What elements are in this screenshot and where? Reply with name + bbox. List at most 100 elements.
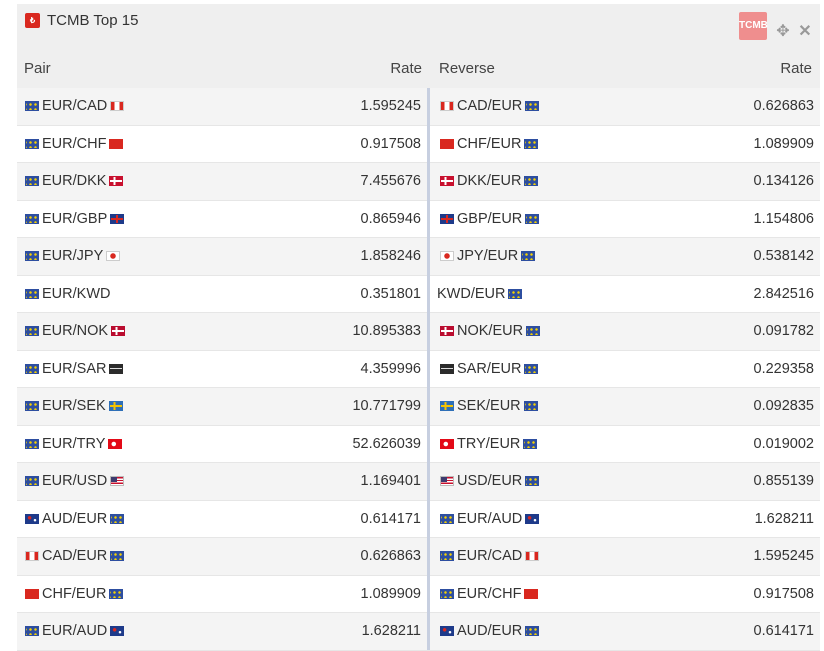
flag-au-icon [25, 513, 39, 524]
pair-cell[interactable]: CHF/EUR [22, 576, 126, 613]
table-row[interactable]: EUR/AUD 1.628211 AUD/EUR 0.614171 [17, 613, 820, 651]
table-row[interactable]: EUR/USD 1.169401 USD/EUR 0.855139 [17, 463, 820, 501]
flag-gb-icon [440, 213, 454, 224]
flag-au-icon [525, 513, 540, 524]
flag-ca-icon [525, 551, 540, 561]
table-row[interactable]: EUR/KWD 0.351801 KWD/EUR 2.842516 [17, 276, 820, 313]
table-row[interactable]: EUR/NOK 10.895383 NOK/EUR 0.091782 [17, 313, 820, 351]
column-divider [427, 88, 430, 650]
reverse-pair-cell[interactable]: USD/EUR [437, 463, 542, 500]
flag-eu-icon [440, 513, 454, 524]
reverse-rate-value: 0.092835 [753, 398, 814, 414]
pair-cell[interactable]: EUR/CAD [22, 88, 127, 125]
pair-cell[interactable]: EUR/SAR [22, 351, 126, 388]
reverse-pair-cell[interactable]: NOK/EUR [437, 313, 543, 350]
column-header-rate[interactable]: Rate [390, 60, 422, 77]
table-row[interactable]: EUR/CHF 0.917508 CHF/EUR 1.089909 [17, 126, 820, 163]
pair-cell[interactable]: EUR/AUD [22, 613, 127, 650]
rate-value: 1.089909 [360, 585, 421, 602]
pair-label: EUR/NOK [42, 323, 109, 339]
column-header-reverse-rate[interactable]: Rate [780, 60, 812, 77]
table-row[interactable]: EUR/DKK 7.455676 DKK/EUR 0.134126 [17, 163, 820, 201]
pair-label: EUR/TRY [42, 435, 106, 452]
reverse-pair-cell[interactable]: SEK/EUR [437, 388, 541, 425]
table-row[interactable]: EUR/JPY 1.858246 JPY/EUR 0.538142 [17, 238, 820, 276]
reverse-pair-cell[interactable]: AUD/EUR [437, 613, 542, 650]
pair-label: CAD/EUR [42, 548, 108, 564]
reverse-rate-value: 0.134126 [753, 173, 814, 189]
reverse-pair-cell[interactable]: JPY/EUR [437, 238, 538, 275]
reverse-pair-cell[interactable]: CHF/EUR [437, 126, 541, 163]
table-row[interactable]: EUR/GBP 0.865946 GBP/EUR 1.154806 [17, 201, 820, 238]
column-header-pair[interactable]: Pair [24, 60, 51, 77]
reverse-pair-label: SEK/EUR [457, 398, 521, 414]
rate-value: 1.858246 [360, 248, 421, 264]
pair-cell[interactable]: CAD/EUR [22, 538, 127, 575]
flag-eu-icon [440, 551, 454, 561]
reverse-pair-label: NOK/EUR [457, 323, 524, 339]
reverse-pair-cell[interactable]: EUR/AUD [437, 501, 542, 538]
rate-value: 0.626863 [360, 548, 421, 564]
rate-value: 1.169401 [360, 473, 421, 489]
pair-cell[interactable]: EUR/DKK [22, 163, 126, 200]
table-row[interactable]: EUR/TRY 52.626039 TRY/EUR 0.019002 [17, 426, 820, 463]
flag-eu-icon [525, 626, 540, 636]
flag-eu-icon [25, 401, 39, 411]
rate-value: 10.895383 [352, 323, 421, 339]
pair-cell[interactable]: EUR/SEK [22, 388, 126, 425]
reverse-pair-cell[interactable]: SAR/EUR [437, 351, 541, 388]
pair-cell[interactable]: AUD/EUR [22, 501, 127, 538]
reverse-rate-value: 1.595245 [753, 548, 814, 564]
flag-eu-icon [25, 288, 39, 299]
flag-ca-icon [110, 101, 125, 111]
reverse-pair-label: AUD/EUR [457, 623, 523, 639]
flag-au-icon [440, 626, 454, 636]
reverse-pair-cell[interactable]: TRY/EUR [437, 426, 540, 463]
reverse-rate-value: 1.089909 [753, 135, 814, 152]
pair-cell[interactable]: EUR/NOK [22, 313, 128, 350]
table-row[interactable]: EUR/CAD 1.595245 CAD/EUR 0.626863 [17, 88, 820, 126]
flag-eu-icon [523, 401, 538, 411]
table-row[interactable]: AUD/EUR 0.614171 EUR/AUD 1.628211 [17, 501, 820, 538]
reverse-rate-value: 0.091782 [753, 323, 814, 339]
flag-us-icon [440, 476, 454, 486]
flag-eu-icon [25, 438, 39, 449]
pair-cell[interactable]: EUR/KWD [22, 276, 110, 313]
flag-eu-icon [25, 626, 39, 636]
table-row[interactable]: EUR/SEK 10.771799 SEK/EUR 0.092835 [17, 388, 820, 426]
flag-eu-icon [109, 588, 124, 599]
pair-cell[interactable]: EUR/USD [22, 463, 127, 500]
flag-us-icon [110, 476, 125, 486]
flag-ca-icon [440, 101, 454, 111]
pair-cell[interactable]: EUR/GBP [22, 201, 127, 238]
pair-cell[interactable]: EUR/JPY [22, 238, 123, 275]
move-icon[interactable]: ✥ [774, 23, 792, 41]
reverse-pair-cell[interactable]: CAD/EUR [437, 88, 542, 125]
reverse-pair-cell[interactable]: EUR/CAD [437, 538, 542, 575]
rate-value: 52.626039 [352, 435, 421, 452]
pair-cell[interactable]: EUR/TRY [22, 426, 125, 463]
reverse-pair-label: KWD/EUR [437, 285, 506, 302]
table-row[interactable]: EUR/SAR 4.359996 SAR/EUR 0.229358 [17, 351, 820, 388]
widget-header: ₺ TCMB Top 15 TCMB ✥ ✕ Pair Rate Reverse… [17, 4, 820, 88]
column-header-reverse[interactable]: Reverse [439, 60, 495, 77]
pair-label: EUR/CHF [42, 135, 107, 152]
reverse-rate-value: 2.842516 [753, 285, 814, 302]
pair-label: CHF/EUR [42, 585, 107, 602]
reverse-pair-cell[interactable]: KWD/EUR [437, 276, 525, 313]
flag-dk-icon [109, 176, 124, 186]
flag-gb-icon [110, 213, 125, 224]
reverse-pair-cell[interactable]: GBP/EUR [437, 201, 542, 238]
pair-label: EUR/GBP [42, 210, 108, 227]
rate-value: 0.917508 [360, 135, 421, 152]
reverse-pair-cell[interactable]: EUR/CHF [437, 576, 541, 613]
table-row[interactable]: CAD/EUR 0.626863 EUR/CAD 1.595245 [17, 538, 820, 576]
table-row[interactable]: CHF/EUR 1.089909 EUR/CHF 0.917508 [17, 576, 820, 613]
reverse-pair-label: EUR/CHF [457, 585, 522, 602]
flag-eu-icon [25, 476, 39, 486]
flag-eu-icon [110, 551, 125, 561]
close-icon[interactable]: ✕ [797, 23, 813, 41]
flag-eu-icon [508, 288, 523, 299]
reverse-pair-cell[interactable]: DKK/EUR [437, 163, 541, 200]
pair-cell[interactable]: EUR/CHF [22, 126, 126, 163]
